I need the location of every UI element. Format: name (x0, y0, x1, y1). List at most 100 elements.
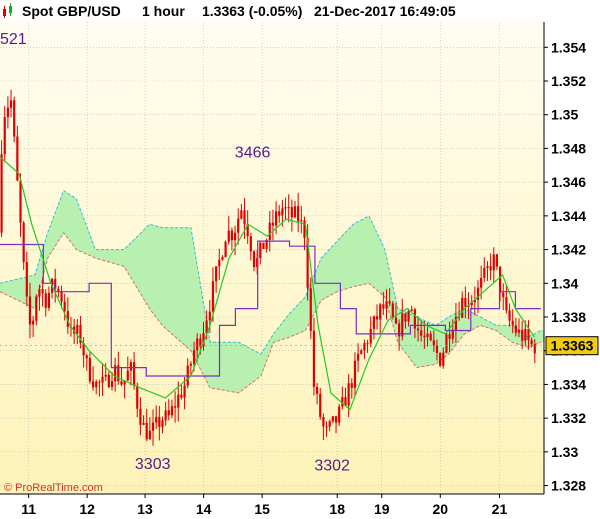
cloud-segment-bullish (241, 343, 246, 391)
datetime-label: 21-Dec-2017 16:49:05 (314, 3, 456, 19)
cloud-segment-bullish (59, 193, 63, 240)
cloud-segment-bullish (356, 220, 360, 287)
cloud-segment-bullish (62, 191, 66, 236)
cloud-segment-bullish (154, 225, 159, 321)
x-tick-label: 20 (433, 501, 449, 517)
x-tick-label: 15 (254, 501, 270, 517)
y-tick-label: 1.35 (551, 107, 578, 123)
cloud-segment-bullish (171, 227, 175, 337)
quote-label: 1.3363 (-0.05%) (202, 3, 302, 19)
cloud-segment-bullish (342, 231, 346, 291)
cloud-segment-bullish (10, 279, 14, 299)
cloud-segment-bullish (233, 341, 237, 393)
cloud-segment-bullish (366, 216, 371, 285)
cloud-segment-bullish (222, 341, 227, 391)
cloud-segment-bullish (239, 342, 243, 393)
cloud-segment-bullish (78, 205, 82, 253)
cloud-segment-bullish (230, 341, 235, 393)
cloud-segment-bullish (481, 317, 485, 328)
plot-area (0, 22, 544, 494)
cloud-segment-bullish (209, 338, 213, 389)
last-price-label: 1.3363 (551, 338, 594, 354)
cloud-segment-bullish (157, 226, 161, 324)
copyright-label: © ProRealTime.com (4, 482, 103, 494)
cloud-segment-bullish (51, 214, 55, 253)
cloud-segment-bullish (211, 341, 216, 390)
cloud-segment-bullish (162, 227, 167, 330)
candle (445, 332, 448, 354)
cloud-segment-bullish (21, 277, 25, 304)
last-price-marker: 1.3363 (545, 336, 599, 356)
cloud-segment-bullish (181, 227, 186, 347)
x-tick-label: 19 (374, 501, 390, 517)
candle (224, 240, 227, 258)
price-annotation: 521 (0, 31, 27, 48)
cloud-segment-bullish (429, 322, 433, 366)
y-tick-label: 1.354 (551, 39, 586, 55)
cloud-segment-bullish (165, 227, 169, 332)
cloud-segment-bullish (298, 299, 303, 334)
ichimoku-candlestick-chart[interactable]: 3466 3303 3302 521 1.354 1.352 1.35 1.348 1.346… (0, 0, 600, 519)
candle (338, 403, 341, 426)
cloud-segment-bullish (285, 314, 289, 339)
cloud-segment-bullish (143, 226, 148, 306)
cloud-segment-bullish (377, 234, 382, 294)
cloud-segment-bullish (345, 228, 349, 290)
cloud-segment-bullish (472, 312, 477, 330)
x-tick-label: 12 (79, 501, 95, 517)
cloud-segment-bullish (475, 314, 480, 329)
cloud-segment-bullish (73, 196, 77, 251)
cloud-segment-bullish (353, 222, 357, 287)
y-tick-label: 1.334 (551, 376, 586, 392)
cloud-segment-bullish (111, 249, 115, 264)
price-annotation: 3303 (135, 456, 171, 473)
cloud-segment-bullish (119, 249, 123, 267)
chart-root: 3466 3303 3302 521 1.354 1.352 1.35 1.348 1.346… (0, 0, 600, 519)
cloud-segment-bullish (122, 248, 126, 269)
cloud-segment-bullish (317, 258, 322, 307)
cloud-segment-bullish (247, 346, 251, 387)
cloud-segment-bullish (244, 345, 248, 389)
cloud-segment-bullish (288, 311, 292, 339)
cloud-segment-bullish (179, 227, 183, 344)
cloud-segment-bullish (220, 341, 224, 391)
cloud-segment-bullish (505, 325, 509, 341)
cloud-segment-bullish (361, 217, 365, 286)
price-annotation: 3302 (314, 457, 350, 474)
cloud-segment-bullish (334, 240, 338, 294)
cloud-segment-bullish (252, 349, 256, 383)
y-tick-label: 1.346 (551, 174, 586, 190)
cloud-segment-bullish (249, 347, 254, 385)
cloud-segment-bullish (508, 325, 512, 343)
y-tick-label: 1.328 (551, 478, 586, 494)
x-tick-label: 21 (492, 501, 508, 517)
cloud-segment-bullish (323, 251, 327, 300)
cloud-segment-bullish (290, 308, 295, 338)
candle (262, 242, 265, 250)
cloud-segment-bullish (372, 223, 376, 290)
cloud-segment-bullish (67, 192, 72, 244)
cloud-segment-bullish (152, 224, 156, 317)
cloud-segment-bullish (535, 331, 539, 345)
cloud-segment-bullish (293, 305, 297, 336)
cloud-segment-bullish (32, 273, 36, 308)
cloud-segment-bullish (5, 280, 9, 297)
cloud-segment-bullish (127, 242, 131, 279)
x-tick-label: 18 (329, 501, 345, 517)
cloud-segment-bullish (75, 198, 80, 252)
cloud-segment-bullish (255, 350, 259, 381)
cloud-segment-bullish (190, 227, 194, 357)
cloud-segment-bullish (301, 296, 305, 333)
cloud-segment-bullish (410, 313, 414, 365)
cloud-segment-bullish (7, 280, 12, 298)
cloud-segment-bullish (173, 227, 178, 339)
timeframe-label: 1 hour (142, 3, 185, 19)
y-tick-label: 1.352 (551, 73, 586, 89)
cloud-segment-bullish (328, 246, 333, 297)
cloud-segment-bullish (228, 341, 232, 392)
cloud-segment-bullish (132, 236, 137, 288)
cloud-segment-bullish (225, 341, 229, 392)
x-tick-label: 11 (21, 501, 36, 517)
cloud-segment-bullish (113, 249, 118, 265)
cloud-segment-bullish (100, 249, 104, 261)
